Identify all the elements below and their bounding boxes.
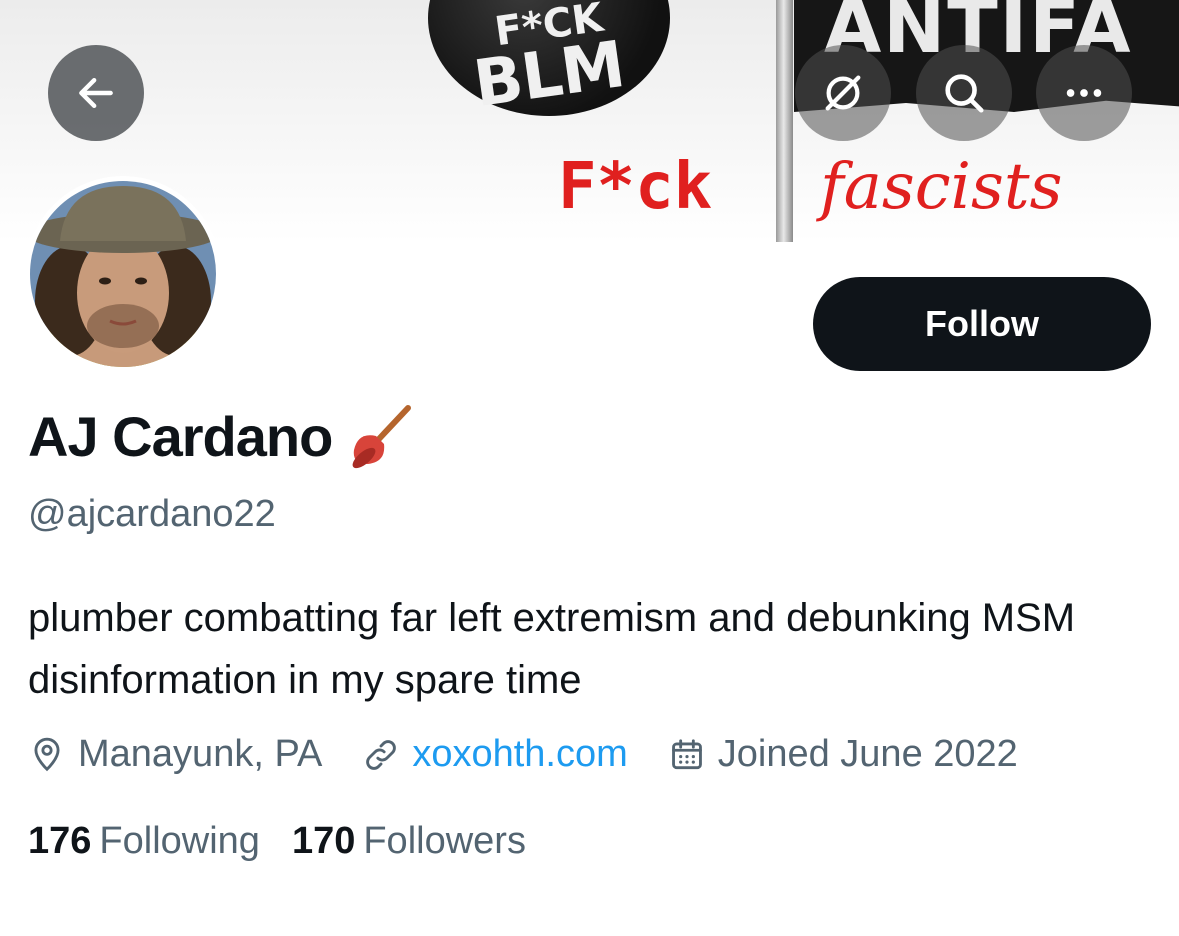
- joined-item: Joined June 2022: [668, 733, 1018, 776]
- plunger-emoji-icon: [348, 402, 416, 470]
- website-link[interactable]: xoxohth.com: [412, 733, 627, 776]
- more-icon: [1066, 89, 1102, 97]
- followers-count: 170: [291, 820, 356, 862]
- link-icon: [366, 739, 397, 770]
- followers-stat[interactable]: 170 Followers: [292, 820, 526, 863]
- following-count: 176: [28, 820, 92, 862]
- avatar[interactable]: [30, 181, 216, 367]
- search-icon: [945, 74, 984, 113]
- joined-text: Joined June 2022: [717, 733, 1018, 775]
- avatar-image: [30, 181, 216, 367]
- following-label: Following: [99, 820, 260, 862]
- profile-stats: 176 Following 170 Followers: [28, 820, 558, 863]
- location-text: Manayunk, PA: [78, 733, 323, 775]
- profile-name-row: AJ Cardano: [28, 402, 416, 470]
- flag-pole: [776, 0, 793, 242]
- search-button[interactable]: [916, 45, 1012, 141]
- following-stat[interactable]: 176 Following: [28, 820, 260, 863]
- location-item: Manayunk, PA: [28, 733, 322, 776]
- arrow-left-icon: [79, 77, 113, 109]
- grok-icon: [825, 75, 861, 111]
- profile-bio: plumber combatting far left extremism an…: [28, 596, 1076, 702]
- profile-meta: Manayunk, PA xoxohth.com Joined June 202…: [28, 733, 1058, 776]
- calendar-icon: [671, 738, 702, 769]
- slogan-left-text: F*ck: [558, 150, 713, 224]
- location-pin-icon: [34, 737, 60, 771]
- followers-label: Followers: [363, 820, 526, 862]
- profile-name: AJ Cardano: [28, 404, 333, 468]
- slogan-right-text: fascists: [820, 150, 1063, 224]
- follow-button[interactable]: Follow: [813, 277, 1151, 371]
- back-button[interactable]: [48, 45, 144, 141]
- blm-badge-image: F*CK BLM: [428, 0, 670, 122]
- website-item: xoxohth.com: [362, 733, 628, 776]
- profile-handle: @ajcardano22: [28, 493, 276, 535]
- more-button[interactable]: [1036, 45, 1132, 141]
- grok-button[interactable]: [795, 45, 891, 141]
